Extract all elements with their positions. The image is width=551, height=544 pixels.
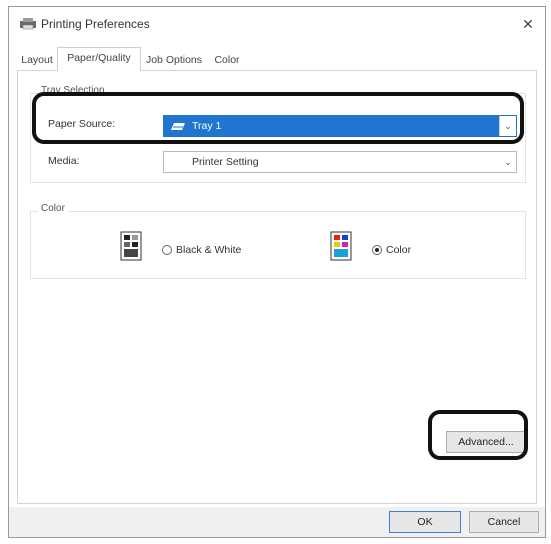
tab-layout[interactable]: Layout <box>17 49 57 70</box>
color-label[interactable]: Color <box>386 244 411 256</box>
tab-paper-quality[interactable]: Paper/Quality <box>57 47 141 72</box>
chevron-down-icon[interactable]: ⌄ <box>500 152 516 172</box>
black-white-radio[interactable] <box>162 245 172 255</box>
color-group-title: Color <box>38 203 68 214</box>
tab-color[interactable]: Color <box>209 49 245 70</box>
media-value: Printer Setting <box>192 156 259 168</box>
black-white-label[interactable]: Black & White <box>176 244 241 256</box>
close-button[interactable]: ✕ <box>517 13 539 35</box>
paper-source-highlight <box>32 92 524 144</box>
cancel-button[interactable]: Cancel <box>469 511 539 533</box>
color-document-icon <box>330 231 352 261</box>
media-label: Media: <box>48 155 80 167</box>
color-group <box>30 211 526 279</box>
title-bar: Printing Preferences ✕ <box>9 7 545 41</box>
window-title: Printing Preferences <box>41 17 150 31</box>
dialog-footer: OK Cancel <box>9 507 545 537</box>
tab-job-options[interactable]: Job Options <box>143 49 205 70</box>
ok-button[interactable]: OK <box>389 511 461 533</box>
black-white-document-icon <box>120 231 142 261</box>
printer-icon <box>20 18 36 30</box>
advanced-button-highlight <box>428 410 528 460</box>
media-select[interactable]: Printer Setting ⌄ <box>163 151 517 173</box>
color-radio[interactable] <box>372 245 382 255</box>
